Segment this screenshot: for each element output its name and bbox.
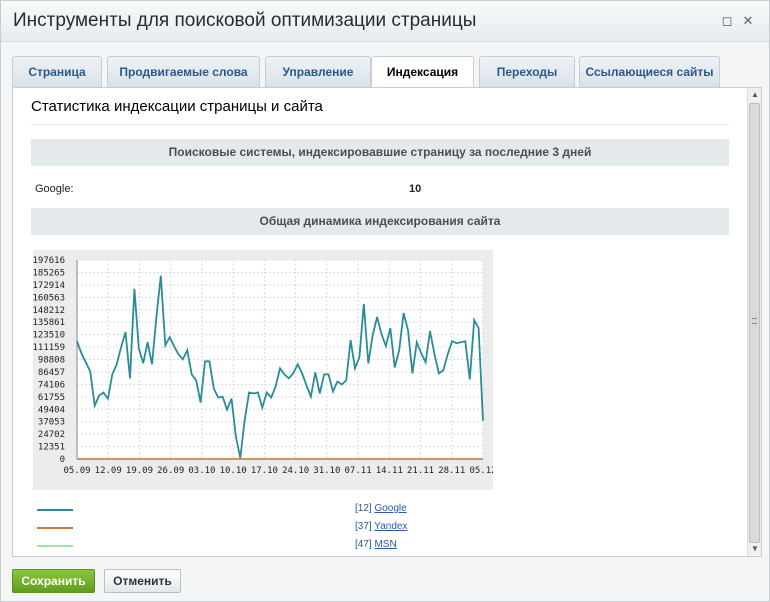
x-tick-label: 31.10 <box>313 466 340 476</box>
legend-item-google: [12] Google <box>37 503 737 517</box>
stat-engine-label: Google: <box>35 183 74 195</box>
maximize-icon[interactable]: ◻ <box>719 13 735 29</box>
legend-link-google[interactable]: Google <box>374 503 406 514</box>
y-tick-label: 172914 <box>33 281 65 291</box>
scrollbar-thumb[interactable] <box>749 103 760 543</box>
stat-engine-value: 10 <box>409 183 422 195</box>
tab-management[interactable]: Управление <box>265 56 371 87</box>
legend-link-msn[interactable]: MSN <box>374 539 396 550</box>
indexing-panel: Статистика индексации страницы и сайта П… <box>12 87 762 557</box>
scrollbar-grip-icon <box>752 318 757 324</box>
x-tick-label: 21.11 <box>407 466 434 476</box>
legend-count-msn: [47] <box>355 539 372 550</box>
x-tick-label: 07.11 <box>345 466 372 476</box>
heading-divider <box>31 124 729 125</box>
y-tick-label: 148212 <box>33 306 65 316</box>
y-tick-label: 197616 <box>33 256 65 266</box>
x-tick-label: 10.10 <box>220 466 247 476</box>
indexing-chart: 0 12351 24702 37053 49404 61755 74106 86457 9880… <box>33 250 493 490</box>
x-tick-label: 14.11 <box>376 466 403 476</box>
x-tick-label: 28.11 <box>438 466 465 476</box>
y-tick-label: 0 <box>60 455 65 465</box>
indexing-chart-svg: 0 12351 24702 37053 49404 61755 74106 86457 9880… <box>33 256 493 476</box>
y-tick-label: 86457 <box>38 368 65 378</box>
x-tick-label: 26.09 <box>157 466 184 476</box>
tab-transitions[interactable]: Переходы <box>479 56 575 87</box>
indexing-dynamics-section-header: Общая динамика индексирования сайта <box>31 208 729 235</box>
legend-count-google: [12] <box>355 503 372 514</box>
legend-label-msn: [47] MSN <box>355 539 397 550</box>
x-tick-label: 03.10 <box>188 466 215 476</box>
search-engines-section-header: Поисковые системы, индексировавшие стран… <box>31 139 729 166</box>
y-tick-label: 12351 <box>38 443 65 453</box>
scroll-down-icon[interactable]: ▼ <box>748 542 761 556</box>
tab-page[interactable]: Страница <box>12 56 102 87</box>
y-tick-label: 74106 <box>38 380 65 390</box>
dialog-titlebar[interactable]: Инструменты для поисковой оптимизации ст… <box>1 1 769 42</box>
y-tick-label: 111159 <box>33 343 65 353</box>
y-tick-label: 160563 <box>33 293 65 303</box>
dialog-title: Инструменты для поисковой оптимизации ст… <box>13 10 477 31</box>
y-tick-label: 24702 <box>38 430 65 440</box>
legend-swatch-msn <box>37 545 73 547</box>
save-button[interactable]: Сохранить <box>12 569 95 593</box>
legend-label-yandex: [37] Yandex <box>355 521 407 532</box>
y-tick-label: 123510 <box>33 331 65 341</box>
x-tick-label: 05.09 <box>63 466 90 476</box>
y-tick-label: 98808 <box>38 356 65 366</box>
x-tick-label: 12.09 <box>95 466 122 476</box>
close-icon[interactable]: ✕ <box>740 13 756 29</box>
y-tick-label: 37053 <box>38 418 65 428</box>
y-tick-label: 61755 <box>38 393 65 403</box>
panel-heading: Статистика индексации страницы и сайта <box>31 98 323 115</box>
y-tick-label: 49404 <box>38 405 65 415</box>
legend-swatch-yandex <box>37 527 73 529</box>
legend-item-yandex: [37] Yandex <box>37 521 737 535</box>
x-tick-label: 05.12 <box>469 466 493 476</box>
legend-link-yandex[interactable]: Yandex <box>374 521 407 532</box>
x-tick-label: 24.10 <box>282 466 309 476</box>
y-tick-label: 185265 <box>33 268 65 278</box>
x-tick-label: 17.10 <box>251 466 278 476</box>
tab-referring-sites[interactable]: Ссылающиеся сайты <box>579 56 720 87</box>
panel-scrollbar[interactable]: ▲ ▼ <box>747 88 761 556</box>
legend-item-msn: [47] MSN <box>37 539 737 553</box>
legend-count-yandex: [37] <box>355 521 372 532</box>
seo-tools-dialog: Инструменты для поисковой оптимизации ст… <box>0 0 770 602</box>
tab-indexing[interactable]: Индексация <box>371 56 474 88</box>
x-tick-label: 19.09 <box>126 466 153 476</box>
scroll-up-icon[interactable]: ▲ <box>748 88 761 102</box>
legend-label-google: [12] Google <box>355 503 407 514</box>
cancel-button[interactable]: Отменить <box>104 569 181 593</box>
tab-promoted-words[interactable]: Продвигаемые слова <box>107 56 260 87</box>
y-tick-label: 135861 <box>33 318 65 328</box>
legend-swatch-google <box>37 509 73 511</box>
